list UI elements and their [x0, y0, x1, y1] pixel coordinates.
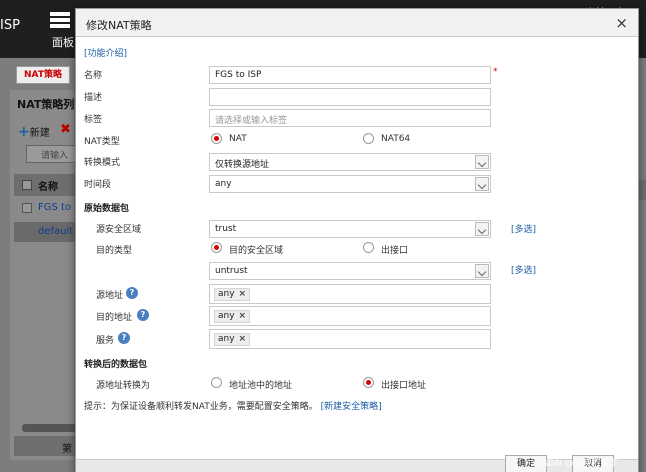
table-row[interactable]: FGS to — [14, 200, 76, 218]
dialog-title: 修改NAT策略 — [86, 19, 152, 32]
chevron-down-icon[interactable] — [475, 264, 489, 278]
dst-zone-value: untrust — [215, 266, 248, 276]
description-label: 描述 — [84, 93, 103, 103]
service-field[interactable]: any × — [209, 329, 491, 349]
dst-type-label: 目的类型 — [96, 246, 133, 256]
nat-type-nat64-radio[interactable] — [363, 133, 374, 144]
original-packet-section: 原始数据包 — [84, 204, 130, 214]
src-trans-label: 源地址转换为 — [96, 381, 151, 391]
src-trans-pool-radio[interactable] — [211, 377, 222, 388]
dashboard-icon[interactable] — [50, 12, 70, 28]
tip-message: 提示：为保证设备顺利转发NAT业务，需要配置安全策略。 — [84, 402, 318, 412]
help-icon[interactable]: ? — [137, 309, 149, 321]
dashboard-label[interactable]: 面板 — [52, 34, 74, 50]
src-trans-interface-label: 出接口地址 — [381, 381, 427, 391]
mode-select[interactable]: 仅转换源地址 — [209, 153, 491, 171]
pager-label: 第 — [62, 444, 72, 455]
dialog-body: [功能介绍] 名称 FGS to ISP * 描述 标签 请选择或输入标签 NA… — [76, 38, 638, 418]
description-field[interactable] — [209, 88, 491, 106]
new-button[interactable]: +新建 — [18, 124, 50, 140]
remove-tag-icon[interactable]: × — [239, 334, 247, 344]
mode-value: 仅转换源地址 — [215, 160, 270, 170]
search-input[interactable]: 请输入 — [26, 145, 76, 163]
src-trans-pool-label: 地址池中的地址 — [229, 381, 293, 391]
dst-zone-select[interactable]: untrust — [209, 262, 491, 280]
select-all-checkbox[interactable] — [22, 180, 32, 190]
nat-type-label: NAT类型 — [84, 137, 120, 147]
dst-type-interface-radio[interactable] — [363, 242, 374, 253]
dst-addr-label: 目的地址 — [96, 313, 133, 323]
dst-type-interface-label: 出接口 — [381, 246, 409, 256]
tip-text: 提示：为保证设备顺利转发NAT业务，需要配置安全策略。 [新建安全策略] — [84, 399, 382, 412]
row-name[interactable]: FGS to — [38, 202, 71, 213]
row-name[interactable]: default — [38, 226, 73, 237]
table-header: 名称 — [14, 174, 76, 196]
chevron-down-icon[interactable] — [475, 155, 489, 169]
remove-tag-icon[interactable]: × — [239, 289, 247, 299]
watermark-text: CSDN @剑晓行天下 — [536, 459, 619, 469]
mode-label: 转换模式 — [84, 158, 121, 168]
src-zone-select[interactable]: trust — [209, 220, 491, 238]
required-mark: * — [493, 67, 498, 77]
src-zone-value: trust — [215, 224, 237, 234]
delete-icon[interactable]: ✖ — [60, 122, 71, 137]
new-label: 新建 — [29, 128, 50, 139]
help-icon[interactable]: ? — [126, 287, 138, 299]
time-select[interactable]: any — [209, 175, 491, 193]
src-zone-multiselect-link[interactable]: [多选] — [511, 222, 536, 235]
service-label: 服务 — [96, 336, 115, 346]
edit-nat-policy-dialog: 修改NAT策略 × [功能介绍] 名称 FGS to ISP * 描述 标签 请… — [75, 8, 639, 472]
tag-field[interactable]: 请选择或输入标签 — [209, 109, 491, 127]
translated-packet-section: 转换后的数据包 — [84, 360, 148, 370]
nat-type-nat-radio[interactable] — [211, 133, 222, 144]
dst-type-zone-radio[interactable] — [211, 242, 222, 253]
col-name: 名称 — [38, 182, 58, 193]
src-addr-tag: any × — [214, 288, 251, 301]
nat-type-nat-label: NAT — [229, 134, 247, 144]
help-icon[interactable]: ? — [118, 332, 130, 344]
plus-icon: + — [18, 124, 30, 140]
tag-text: any — [218, 311, 235, 321]
pager: 第 — [14, 436, 76, 456]
tag-text: any — [218, 289, 235, 299]
src-addr-field[interactable]: any × — [209, 284, 491, 304]
src-zone-label: 源安全区域 — [96, 225, 142, 235]
chevron-down-icon[interactable] — [475, 222, 489, 236]
horizontal-scrollbar[interactable] — [22, 424, 76, 432]
brand-text: ISP — [0, 18, 20, 33]
tab-nat-policy[interactable]: NAT策略 — [16, 66, 70, 84]
name-label: 名称 — [84, 71, 103, 81]
table-row[interactable]: default — [14, 222, 76, 242]
row-checkbox[interactable] — [22, 203, 32, 213]
remove-tag-icon[interactable]: × — [239, 311, 247, 321]
policy-list-title: NAT策略列 — [17, 98, 75, 111]
src-trans-interface-radio[interactable] — [363, 377, 374, 388]
close-icon[interactable]: × — [615, 14, 628, 32]
nat-type-nat64-label: NAT64 — [381, 134, 411, 144]
dst-addr-field[interactable]: any × — [209, 306, 491, 326]
dst-addr-tag: any × — [214, 310, 251, 323]
name-field[interactable]: FGS to ISP — [209, 66, 491, 84]
time-value: any — [215, 179, 232, 189]
time-label: 时间段 — [84, 180, 112, 190]
tag-text: any — [218, 334, 235, 344]
dst-type-zone-label: 目的安全区域 — [229, 246, 284, 256]
help-link[interactable]: [功能介绍] — [84, 46, 127, 59]
dialog-header: 修改NAT策略 × — [76, 9, 638, 37]
new-security-policy-link[interactable]: [新建安全策略] — [321, 402, 382, 412]
tag-label: 标签 — [84, 115, 103, 125]
chevron-down-icon[interactable] — [475, 177, 489, 191]
src-addr-label: 源地址 — [96, 291, 124, 301]
service-tag: any × — [214, 333, 251, 346]
dst-zone-multiselect-link[interactable]: [多选] — [511, 263, 536, 276]
